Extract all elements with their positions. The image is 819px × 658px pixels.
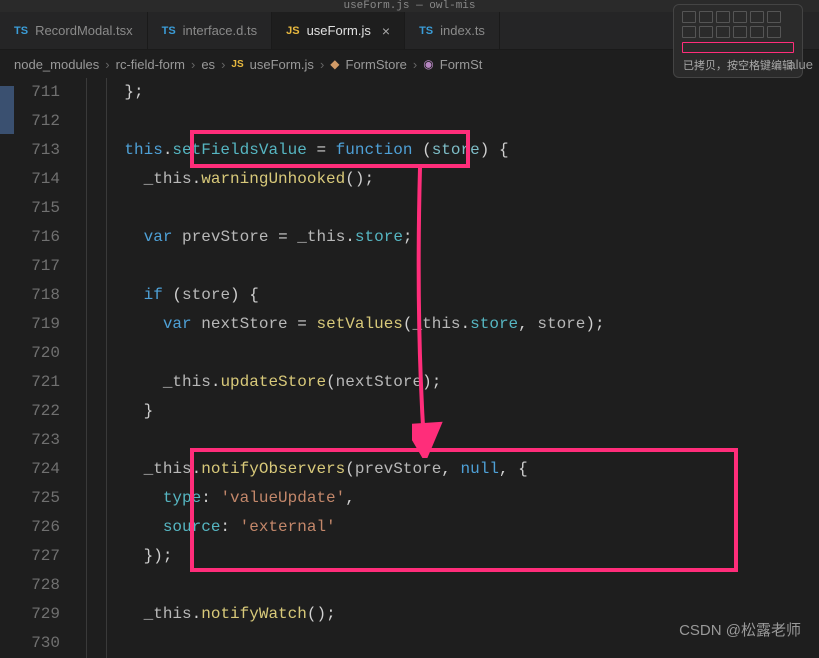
- code-line[interactable]: [86, 252, 819, 281]
- code-line[interactable]: type: 'valueUpdate',: [86, 484, 819, 513]
- file-type-icon: TS: [14, 25, 28, 37]
- code-line[interactable]: this.setFieldsValue = function (store) {: [86, 136, 819, 165]
- layout-cell[interactable]: [716, 26, 730, 38]
- layout-picker-tooltip[interactable]: 已拷贝，按空格键编辑: [673, 4, 803, 78]
- chevron-right-icon: ›: [413, 57, 417, 72]
- line-number: 720: [14, 339, 60, 368]
- line-number: 728: [14, 571, 60, 600]
- line-number: 712: [14, 107, 60, 136]
- layout-cell[interactable]: [699, 11, 713, 23]
- line-number: 714: [14, 165, 60, 194]
- layout-cell[interactable]: [682, 26, 696, 38]
- breadcrumb-segment[interactable]: es: [201, 57, 215, 72]
- tab-label: interface.d.ts: [183, 23, 257, 38]
- file-type-icon: TS: [162, 25, 176, 37]
- layout-cell[interactable]: [750, 26, 764, 38]
- code-line[interactable]: source: 'external': [86, 513, 819, 542]
- line-number: 718: [14, 281, 60, 310]
- tab-interface-d-ts[interactable]: TS interface.d.ts: [148, 12, 273, 49]
- code-line[interactable]: [86, 339, 819, 368]
- line-number: 724: [14, 455, 60, 484]
- layout-cell[interactable]: [733, 26, 747, 38]
- chevron-right-icon: ›: [105, 57, 109, 72]
- line-number: 722: [14, 397, 60, 426]
- layout-cell[interactable]: [767, 26, 781, 38]
- code-line[interactable]: var nextStore = setValues(_this.store, s…: [86, 310, 819, 339]
- code-line[interactable]: _this.notifyObservers(prevStore, null, {: [86, 455, 819, 484]
- close-icon[interactable]: ×: [382, 23, 390, 39]
- code-line[interactable]: [86, 426, 819, 455]
- tab-recordmodal-tsx[interactable]: TS RecordModal.tsx: [0, 12, 148, 49]
- chevron-right-icon: ›: [221, 57, 225, 72]
- breadcrumb-segment[interactable]: FormSt: [440, 57, 483, 72]
- tooltip-label: 已拷贝，按空格键编辑: [682, 57, 794, 73]
- layout-cell[interactable]: [767, 11, 781, 23]
- indent-guide: [106, 78, 107, 658]
- line-numbers: 7117127137147157167177187197207217227237…: [14, 78, 86, 658]
- file-type-icon: JS: [231, 59, 243, 70]
- layout-cell[interactable]: [750, 11, 764, 23]
- file-type-icon: TS: [419, 25, 433, 37]
- chevron-right-icon: ›: [191, 57, 195, 72]
- code-line[interactable]: _this.warningUnhooked();: [86, 165, 819, 194]
- change-marker: [0, 86, 14, 134]
- tab-index-ts[interactable]: TS index.ts: [405, 12, 500, 49]
- layout-selection-indicator: [682, 42, 794, 53]
- layout-cell[interactable]: [682, 11, 696, 23]
- code-content[interactable]: }; this.setFieldsValue = function (store…: [86, 78, 819, 658]
- line-number: 711: [14, 78, 60, 107]
- layout-grid[interactable]: [682, 11, 794, 38]
- file-type-icon: JS: [286, 25, 299, 37]
- method-icon: ◉: [423, 57, 433, 71]
- layout-cell[interactable]: [699, 26, 713, 38]
- indent-guide: [86, 78, 87, 658]
- tab-label: index.ts: [440, 23, 485, 38]
- watermark: CSDN @松露老师: [679, 619, 801, 640]
- line-number: 716: [14, 223, 60, 252]
- window-title: useForm.js — owl-mis: [343, 0, 475, 12]
- code-line[interactable]: }: [86, 397, 819, 426]
- line-number: 727: [14, 542, 60, 571]
- code-line[interactable]: _this.updateStore(nextStore);: [86, 368, 819, 397]
- line-number: 715: [14, 194, 60, 223]
- breadcrumb-overflow: alue: [788, 57, 813, 72]
- line-number: 729: [14, 600, 60, 629]
- gutter-strip: [0, 78, 14, 658]
- breadcrumb-segment[interactable]: node_modules: [14, 57, 99, 72]
- breadcrumb-segment[interactable]: rc-field-form: [116, 57, 185, 72]
- tab-useform-js[interactable]: JS useForm.js ×: [272, 12, 405, 49]
- code-line[interactable]: if (store) {: [86, 281, 819, 310]
- code-line[interactable]: [86, 571, 819, 600]
- tab-label: useForm.js: [307, 23, 371, 38]
- line-number: 713: [14, 136, 60, 165]
- breadcrumb-segment[interactable]: FormStore: [346, 57, 407, 72]
- line-number: 721: [14, 368, 60, 397]
- class-icon: ◆: [330, 57, 339, 71]
- layout-cell[interactable]: [716, 11, 730, 23]
- line-number: 717: [14, 252, 60, 281]
- line-number: 725: [14, 484, 60, 513]
- code-line[interactable]: [86, 107, 819, 136]
- line-number: 723: [14, 426, 60, 455]
- line-number: 726: [14, 513, 60, 542]
- tab-label: RecordModal.tsx: [35, 23, 133, 38]
- code-line[interactable]: });: [86, 542, 819, 571]
- code-line[interactable]: [86, 194, 819, 223]
- chevron-right-icon: ›: [320, 57, 324, 72]
- line-number: 719: [14, 310, 60, 339]
- layout-cell[interactable]: [733, 11, 747, 23]
- code-line[interactable]: var prevStore = _this.store;: [86, 223, 819, 252]
- editor-area[interactable]: 7117127137147157167177187197207217227237…: [0, 78, 819, 658]
- breadcrumb-segment[interactable]: useForm.js: [250, 57, 314, 72]
- line-number: 730: [14, 629, 60, 658]
- code-line[interactable]: };: [86, 78, 819, 107]
